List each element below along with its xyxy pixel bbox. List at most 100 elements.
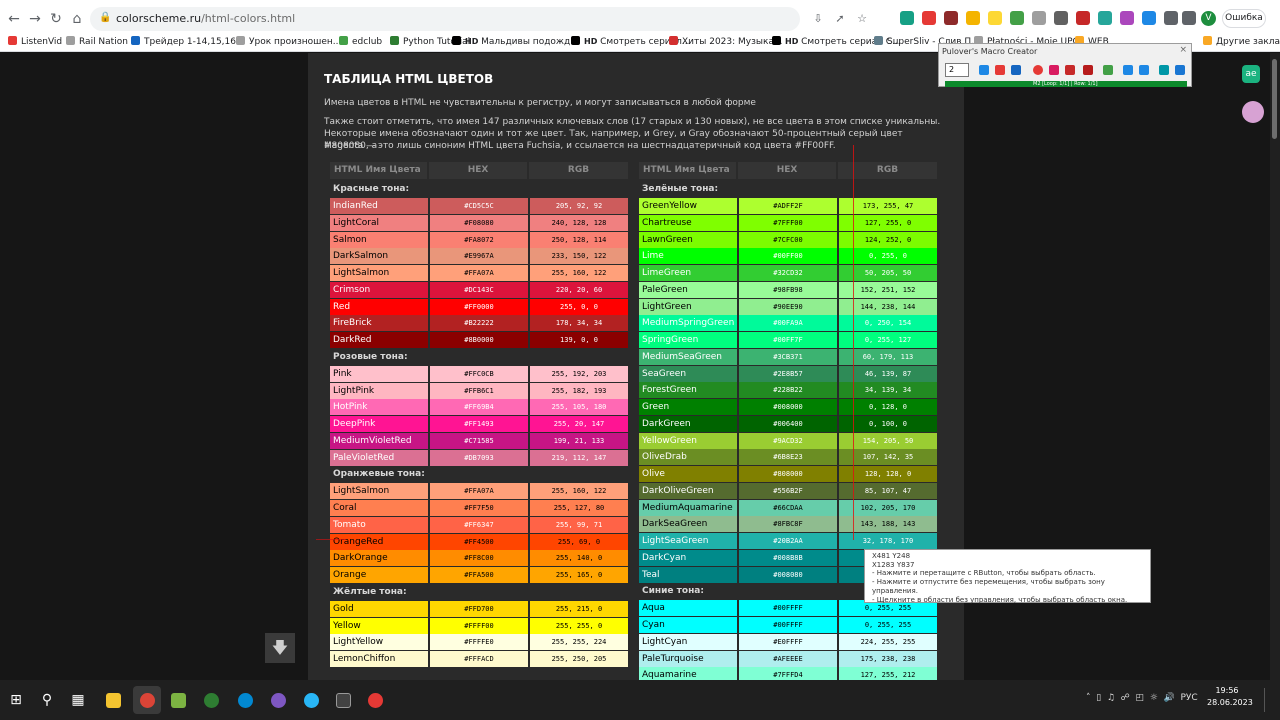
avatar-icon[interactable] xyxy=(1242,101,1264,123)
cancel-icon[interactable] xyxy=(1083,65,1093,75)
browser-side-icons: ae xyxy=(1236,53,1270,680)
app-icon[interactable] xyxy=(231,686,259,714)
color-name-cell: Yellow xyxy=(330,617,428,634)
color-row: LightSalmon #FFA07A 255, 160, 122 xyxy=(330,483,630,500)
windows-start-icon[interactable]: ⊞ xyxy=(2,686,30,714)
extension-icon[interactable] xyxy=(1054,11,1068,25)
bookmark-item[interactable]: ListenVid xyxy=(8,36,62,47)
record-mouse-icon[interactable] xyxy=(1049,65,1059,75)
stop-record-icon[interactable] xyxy=(1065,65,1075,75)
extension-icon[interactable] xyxy=(966,11,980,25)
hex-cell: #32CD32 xyxy=(739,265,837,281)
bookmark-star-icon[interactable]: ☆ xyxy=(852,9,872,29)
extension-icon[interactable] xyxy=(988,11,1002,25)
color-name-cell: DarkCyan xyxy=(639,549,737,566)
color-name-cell: Salmon xyxy=(330,231,428,248)
bookmark-item[interactable]: edclub xyxy=(339,36,382,47)
hex-cell: #C71585 xyxy=(430,432,528,449)
app-icon[interactable] xyxy=(197,686,225,714)
repeat-count-input[interactable]: 2 xyxy=(945,63,969,77)
page-scrollbar[interactable] xyxy=(1270,53,1280,680)
pause-icon[interactable] xyxy=(1011,65,1021,75)
record-app-icon[interactable] xyxy=(361,686,389,714)
extension-icon[interactable] xyxy=(922,11,936,25)
bookmark-item[interactable]: Урок произношен... xyxy=(236,36,341,47)
telegram-icon[interactable] xyxy=(297,686,325,714)
error-button[interactable]: Ошибка xyxy=(1222,9,1266,28)
clock[interactable]: 19:56 28.06.2023 xyxy=(1207,685,1253,709)
hex-cell: #AFEEEE xyxy=(739,650,837,667)
hex-cell: #8B0000 xyxy=(430,332,528,348)
scroll-down-button[interactable]: 🡇 xyxy=(265,633,295,663)
hex-cell: #9ACD32 xyxy=(739,432,837,449)
bookmark-item[interactable]: Rail Nation xyxy=(66,36,128,47)
viber-icon[interactable] xyxy=(264,686,292,714)
extension-icon[interactable] xyxy=(1120,11,1134,25)
forward-icon[interactable]: → xyxy=(25,9,45,29)
window-icon[interactable] xyxy=(1159,65,1169,75)
toggle-icon[interactable] xyxy=(1103,65,1113,75)
color-name-cell: GreenYellow xyxy=(639,198,737,214)
color-row: LightGreen #90EE90 144, 238, 144 xyxy=(639,298,939,315)
notepad-icon[interactable] xyxy=(164,686,192,714)
extension-icon[interactable] xyxy=(944,11,958,25)
extension-icon[interactable] xyxy=(1076,11,1090,25)
search-icon[interactable]: ⚲ xyxy=(33,686,61,714)
home-icon[interactable]: ⌂ xyxy=(67,9,87,29)
explorer-icon[interactable] xyxy=(99,686,127,714)
chrome-icon[interactable] xyxy=(133,686,161,714)
color-name-cell: SeaGreen xyxy=(639,365,737,382)
sidepanel-icon[interactable] xyxy=(1182,11,1196,25)
rgb-cell: 255, 99, 71 xyxy=(530,516,628,533)
task-view-icon[interactable]: ▦ xyxy=(64,686,92,714)
color-group-heading: Оранжевые тона: xyxy=(333,469,425,480)
rgb-cell: 255, 160, 122 xyxy=(530,265,628,281)
scrollbar-thumb[interactable] xyxy=(1272,59,1277,139)
color-name-cell: Chartreuse xyxy=(639,214,737,231)
profile-avatar[interactable]: V xyxy=(1201,11,1216,26)
bookmark-label: Урок произношен... xyxy=(249,37,342,47)
bookmark-item[interactable]: Другие закладки xyxy=(1203,36,1280,47)
install-icon[interactable]: ⇩ xyxy=(808,9,828,29)
color-row: MediumAquamarine #66CDAA 102, 205, 170 xyxy=(639,499,939,516)
language-indicator[interactable]: РУС xyxy=(1180,693,1197,703)
share-icon[interactable]: ➚ xyxy=(830,9,850,29)
settings-icon[interactable] xyxy=(1175,65,1185,75)
record-icon[interactable] xyxy=(1033,65,1043,75)
bookmark-item[interactable]: Трейдер 1-14,15,16... xyxy=(131,36,245,47)
extension-icon[interactable] xyxy=(1010,11,1024,25)
color-name-cell: DarkOrange xyxy=(330,550,428,567)
color-name-cell: LightGreen xyxy=(639,298,737,315)
terminal-icon[interactable] xyxy=(329,686,357,714)
windows-taskbar: ⊞ ⚲ ▦ ˄ ▯ ♫ ☍ ◰ ☼ 🔊 РУС 19:56 28.06.2023 xyxy=(0,680,1280,720)
back-icon[interactable]: ← xyxy=(4,9,24,29)
reload-icon[interactable]: ↻ xyxy=(46,9,66,29)
extension-icon[interactable] xyxy=(1032,11,1046,25)
rgb-cell: 0, 255, 255 xyxy=(839,617,937,633)
hex-cell: #006400 xyxy=(739,415,837,432)
stop-icon[interactable] xyxy=(995,65,1005,75)
play-icon[interactable] xyxy=(979,65,989,75)
translate-icon[interactable]: ae xyxy=(1242,65,1260,83)
color-row: DarkSeaGreen #8FBC8F 143, 188, 143 xyxy=(639,516,939,533)
tooltip-coords: X481 Y248 xyxy=(872,552,911,560)
column-header: RGB xyxy=(529,162,628,179)
bookmark-item[interactable]: Хиты 2023: Музыка... xyxy=(669,36,783,47)
close-icon[interactable]: × xyxy=(1179,45,1187,55)
bookmark-item[interactable]: HD Мальдивы подожд... xyxy=(452,36,579,47)
puzzle-icon[interactable] xyxy=(1164,11,1178,25)
color-name-cell: DarkRed xyxy=(330,332,428,348)
rgb-cell: 255, 255, 224 xyxy=(530,634,628,651)
extension-icon[interactable] xyxy=(900,11,914,25)
extension-icon[interactable] xyxy=(1142,11,1156,25)
color-group-heading: Розовые тона: xyxy=(333,351,408,362)
extension-icon[interactable] xyxy=(1098,11,1112,25)
macro-creator-window: Pulover's Macro Creator × 2 M2 [Loop: 1/… xyxy=(938,43,1192,87)
color-row: LightSeaGreen #20B2AA 32, 178, 170 xyxy=(639,533,939,549)
address-bar[interactable]: 🔒 colorscheme.ru/html-colors.html xyxy=(90,7,800,31)
show-desktop-button[interactable] xyxy=(1264,688,1274,712)
next-icon[interactable] xyxy=(1139,65,1149,75)
rgb-cell: 255, 215, 0 xyxy=(530,600,628,617)
step-icon[interactable] xyxy=(1123,65,1133,75)
system-tray[interactable]: ˄ ▯ ♫ ☍ ◰ ☼ 🔊 РУС xyxy=(1086,693,1198,703)
